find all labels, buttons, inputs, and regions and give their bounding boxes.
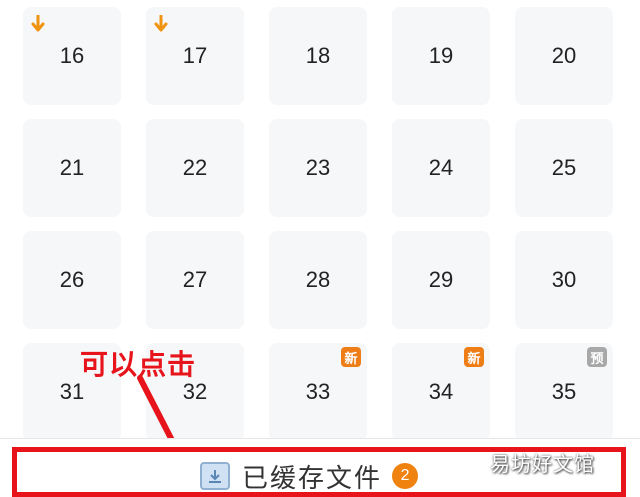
- episode-number: 33: [305, 379, 331, 404]
- watermark: 易坊好文馆: [490, 452, 595, 476]
- cached-count-badge: 2: [392, 463, 419, 489]
- episode-tile[interactable]: 27: [146, 231, 244, 329]
- episode-number: 22: [182, 155, 208, 180]
- episode-tile[interactable]: 21: [23, 119, 121, 217]
- annotation-label: 可以点击: [80, 348, 197, 381]
- episode-tile[interactable]: 23: [269, 119, 367, 217]
- episode-number: 20: [551, 43, 577, 68]
- episode-number: 30: [551, 267, 577, 292]
- episode-tile[interactable]: 28: [269, 231, 367, 329]
- episode-number: 19: [428, 43, 454, 68]
- episode-number: 27: [182, 267, 208, 292]
- downloaded-arrow-icon: [154, 15, 168, 32]
- episode-tile[interactable]: 18: [269, 7, 367, 105]
- episode-tile[interactable]: 16: [23, 7, 121, 105]
- episode-number: 21: [59, 155, 85, 180]
- download-folder-icon: [200, 462, 230, 490]
- episode-tile[interactable]: 34 新: [392, 343, 490, 441]
- episode-status-badge: 新: [341, 347, 361, 367]
- episode-tile[interactable]: 22: [146, 119, 244, 217]
- episode-tile[interactable]: 26: [23, 231, 121, 329]
- episode-tile[interactable]: 24: [392, 119, 490, 217]
- episode-number: 24: [428, 155, 454, 180]
- episode-tile[interactable]: 29: [392, 231, 490, 329]
- episode-status-badge: 新: [464, 347, 484, 367]
- episode-tile[interactable]: 20: [515, 7, 613, 105]
- episode-number: 34: [428, 379, 454, 404]
- episode-tile[interactable]: 30: [515, 231, 613, 329]
- episode-number: 23: [305, 155, 331, 180]
- episode-number: 16: [59, 43, 85, 68]
- episode-number: 35: [551, 379, 577, 404]
- cached-files-button[interactable]: 已缓存文件 2: [200, 456, 419, 496]
- episode-number: 29: [428, 267, 454, 292]
- episode-number: 17: [182, 43, 208, 68]
- episode-tile[interactable]: 33 新: [269, 343, 367, 441]
- downloaded-arrow-icon: [31, 15, 45, 32]
- episode-number: 28: [305, 267, 331, 292]
- episode-number: 25: [551, 155, 577, 180]
- episode-grid: 16 17 18 19 20 21 22 23 24 25 26 27 28 29 30 31 32 33 新 34 新…: [0, 0, 640, 491]
- episode-tile[interactable]: 17: [146, 7, 244, 105]
- episode-tile[interactable]: 19: [392, 7, 490, 105]
- episode-status-badge: 预: [587, 347, 607, 367]
- episode-tile[interactable]: 25: [515, 119, 613, 217]
- episode-number: 26: [59, 267, 85, 292]
- episode-tile[interactable]: 35 预: [515, 343, 613, 441]
- cached-files-label: 已缓存文件: [242, 463, 383, 494]
- episode-number: 18: [305, 43, 331, 68]
